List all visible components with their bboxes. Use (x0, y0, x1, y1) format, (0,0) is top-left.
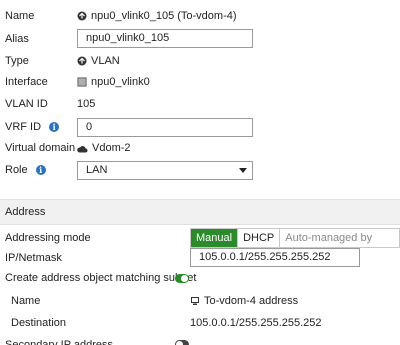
type-value-wrap: VLAN (77, 50, 120, 72)
name-value: npu0_vlink0_105 (To-vdom-4) (91, 10, 237, 22)
vlan-id-value: 105 (77, 98, 96, 110)
virtual-domain-row: Virtual domain Vdom-2 (0, 137, 400, 159)
interface-label: Interface (5, 76, 48, 88)
mode-fortiipam-button[interactable]: Auto-managed by FortiIPAM (279, 229, 399, 262)
interface-value-wrap: npu0_vlink0 (77, 71, 150, 93)
role-selected-value: LAN (86, 164, 108, 176)
interface-row: Interface npu0_vlink0 (0, 71, 400, 93)
ip-netmask-label: IP/Netmask (5, 252, 62, 264)
create-object-label: Create address object matching subnet (5, 272, 197, 284)
name-value-wrap: npu0_vlink0_105 (To-vdom-4) (77, 5, 237, 27)
info-icon[interactable]: i (49, 122, 60, 132)
type-row: Type VLAN (0, 50, 400, 72)
chevron-down-icon (239, 168, 247, 173)
alias-input[interactable]: npu0_vlink0_105 (77, 29, 253, 48)
addressing-mode-toggle: Manual DHCP Auto-managed by FortiIPAM (190, 228, 400, 262)
vrf-id-input[interactable]: 0 (77, 118, 253, 137)
role-label: Role (5, 164, 28, 176)
info-icon[interactable]: i (35, 165, 46, 175)
name-row: Name npu0_vlink0_105 (To-vdom-4) (0, 5, 400, 27)
mode-dhcp-button[interactable]: DHCP (237, 229, 280, 247)
cloud-icon (77, 144, 88, 153)
subnet-name-row: Name To-vdom-4 address (0, 290, 400, 312)
interface-value: npu0_vlink0 (91, 76, 150, 88)
secondary-ip-row: Secondary IP address (0, 334, 400, 345)
alias-row: Alias npu0_vlink0_105 (0, 28, 400, 50)
virtual-domain-value-wrap: Vdom-2 (77, 137, 131, 159)
create-object-toggle[interactable] (175, 274, 189, 283)
vlan-id-row: VLAN ID 105 (0, 93, 400, 115)
type-label: Type (5, 55, 29, 67)
subnet-name-value-wrap: To-vdom-4 address (190, 290, 298, 312)
virtual-domain-value: Vdom-2 (92, 142, 131, 154)
mode-manual-button[interactable]: Manual (191, 229, 238, 247)
address-object-icon (190, 296, 200, 306)
vrf-id-label-wrap: VRF ID i (5, 116, 60, 138)
role-label-wrap: Role i (5, 159, 46, 181)
vlan-id-label: VLAN ID (5, 98, 48, 110)
addressing-mode-label: Addressing mode (5, 232, 91, 244)
type-value: VLAN (91, 55, 120, 67)
address-section-title: Address (5, 206, 46, 218)
addressing-mode-row: Addressing mode Manual DHCP Auto-managed… (0, 227, 400, 262)
vlan-type-icon (77, 56, 87, 66)
vlan-icon (77, 11, 87, 21)
name-label: Name (5, 10, 35, 22)
subnet-name-label: Name (11, 295, 41, 307)
subnet-destination-value: 105.0.0.1/255.255.255.252 (190, 317, 322, 329)
create-object-row: Create address object matching subnet (0, 267, 400, 289)
ip-netmask-row: IP/Netmask 105.0.0.1/255.255.255.252 (0, 247, 400, 269)
subnet-destination-label: Destination (11, 317, 67, 329)
ip-netmask-input[interactable]: 105.0.0.1/255.255.255.252 (190, 248, 360, 267)
role-row: Role i LAN (0, 159, 400, 181)
secondary-ip-label: Secondary IP address (5, 339, 114, 345)
role-select[interactable]: LAN (77, 161, 253, 180)
secondary-ip-toggle[interactable] (175, 340, 189, 345)
alias-label: Alias (5, 33, 29, 45)
subnet-name-value: To-vdom-4 address (204, 295, 299, 307)
virtual-domain-label: Virtual domain (5, 142, 76, 154)
vrf-id-row: VRF ID i 0 (0, 116, 400, 138)
vrf-id-label: VRF ID (5, 121, 42, 133)
subnet-destination-row: Destination 105.0.0.1/255.255.255.252 (0, 312, 400, 334)
address-section-header: Address (0, 199, 400, 225)
interface-icon (77, 77, 87, 87)
